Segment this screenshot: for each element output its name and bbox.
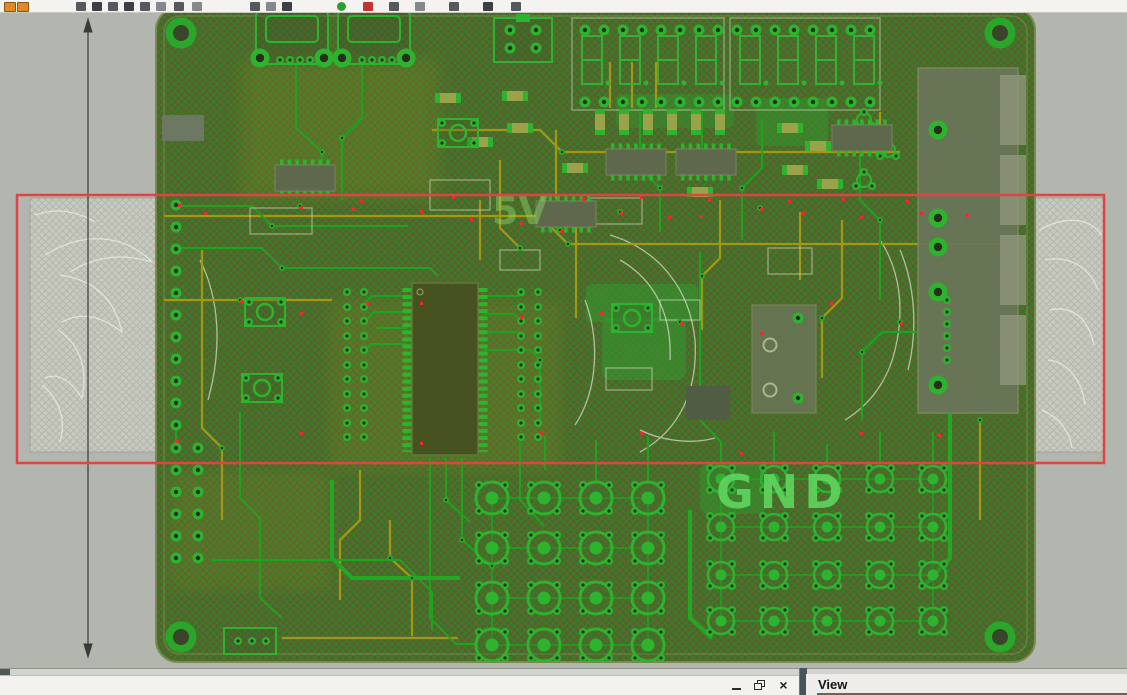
- view-panel-header: View: [806, 674, 1127, 695]
- float-icon: [754, 680, 765, 690]
- pcb-canvas[interactable]: 5V GND: [0, 12, 1127, 668]
- save-icon[interactable]: [76, 2, 86, 11]
- left-edge-component[interactable]: [162, 115, 204, 141]
- bottom-left-connector[interactable]: [224, 628, 276, 654]
- zoom-icon[interactable]: [282, 2, 292, 11]
- open-folder-icon[interactable]: [17, 2, 29, 12]
- float-button[interactable]: [751, 677, 768, 692]
- error-icon[interactable]: [363, 2, 373, 11]
- minimize-button[interactable]: [728, 677, 745, 692]
- close-button[interactable]: ×: [775, 677, 792, 692]
- splitter-handle[interactable]: [0, 669, 10, 675]
- redo-icon[interactable]: [192, 2, 202, 11]
- mechanical-panel-left[interactable]: [30, 198, 156, 452]
- grid-icon[interactable]: [415, 2, 425, 11]
- toolbar: [0, 0, 1127, 13]
- mounting-hole-top-right[interactable]: [985, 18, 1016, 49]
- mounting-hole-bottom-right[interactable]: [985, 622, 1016, 653]
- application-window: { "window": {"width": 1127, "height": 69…: [0, 0, 1127, 695]
- select-icon[interactable]: [250, 2, 260, 11]
- gnd-label: GND: [716, 465, 848, 519]
- ruler-icon[interactable]: [449, 2, 459, 11]
- main-ic[interactable]: [407, 283, 483, 455]
- top-middle-connector[interactable]: [494, 14, 552, 62]
- mounting-hole-top-left[interactable]: [166, 18, 197, 49]
- chip-icon[interactable]: [483, 2, 493, 11]
- mechanical-panel-right[interactable]: [1035, 198, 1105, 452]
- cut-icon[interactable]: [124, 2, 134, 11]
- undo-icon[interactable]: [174, 2, 184, 11]
- copy-icon[interactable]: [140, 2, 150, 11]
- new-folder-icon[interactable]: [4, 2, 16, 12]
- layers-icon[interactable]: [389, 2, 399, 11]
- panel-title-view[interactable]: View: [818, 677, 847, 692]
- usb-connector-2[interactable]: [333, 12, 416, 68]
- pcb-editor-canvas[interactable]: 5V GND: [0, 12, 1127, 668]
- paste-icon[interactable]: [156, 2, 166, 11]
- minimize-icon: [732, 688, 741, 690]
- mounting-hole-bottom-left[interactable]: [166, 622, 197, 653]
- bottom-bar: × View: [0, 668, 1127, 695]
- usb-connector-1[interactable]: [251, 12, 334, 68]
- dark-component[interactable]: [686, 386, 730, 420]
- pan-icon[interactable]: [266, 2, 276, 11]
- right-edge-connector[interactable]: [918, 68, 1026, 413]
- print-icon[interactable]: [92, 2, 102, 11]
- table-icon[interactable]: [511, 2, 521, 11]
- preview-icon[interactable]: [108, 2, 118, 11]
- check-icon[interactable]: [337, 2, 346, 11]
- relay-footprint[interactable]: [752, 305, 816, 413]
